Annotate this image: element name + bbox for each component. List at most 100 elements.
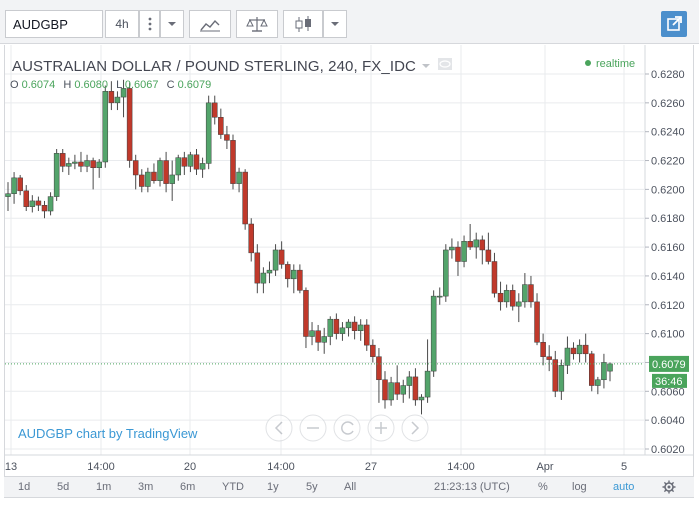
range-1y[interactable]: 1y xyxy=(267,481,279,493)
candle xyxy=(607,362,613,382)
candle-body xyxy=(254,252,261,284)
candle-body xyxy=(315,330,321,343)
auto-toggle[interactable]: auto xyxy=(613,481,634,493)
candle xyxy=(509,284,516,311)
time-axis: 13 14:00 20 14:00 27 14:00 Apr 5 xyxy=(5,461,627,473)
candle xyxy=(436,287,443,305)
candle-body xyxy=(394,382,400,395)
candle-body xyxy=(181,157,188,167)
candle-body xyxy=(546,356,552,360)
candle-body xyxy=(497,292,504,303)
candle-body xyxy=(187,154,194,167)
candle-body xyxy=(78,161,84,167)
gear-icon[interactable] xyxy=(662,480,676,494)
candle xyxy=(491,252,498,298)
tradingview-watermark[interactable]: AUDGBP chart by TradingView xyxy=(18,426,197,441)
high-label: H xyxy=(63,79,72,91)
candle xyxy=(242,169,248,230)
candle xyxy=(47,192,54,216)
candle-body xyxy=(449,246,455,251)
candle-body xyxy=(236,171,242,184)
y-tick-label: 0.6220 xyxy=(651,156,685,168)
y-tick-label: 0.6260 xyxy=(651,98,685,110)
realtime-label: realtime xyxy=(596,58,636,70)
candle xyxy=(303,287,309,349)
candle xyxy=(17,174,23,196)
utc-clock[interactable]: 21:23:13 (UTC) xyxy=(434,481,510,493)
candle-body xyxy=(266,269,273,274)
candle-body xyxy=(479,239,486,251)
candle-body xyxy=(576,344,583,355)
candle-body xyxy=(260,272,267,284)
candle xyxy=(382,371,388,409)
candle xyxy=(139,169,145,193)
candle xyxy=(187,151,194,173)
candle xyxy=(418,394,425,415)
candle-body xyxy=(345,321,352,329)
candle xyxy=(78,151,84,173)
candle xyxy=(254,244,261,294)
candle-body xyxy=(23,190,29,207)
candle-body xyxy=(53,153,60,197)
candle-body xyxy=(564,347,571,366)
candle xyxy=(528,275,534,308)
range-all[interactable]: All xyxy=(344,481,356,493)
candle xyxy=(315,324,321,351)
candle xyxy=(400,379,407,403)
candle xyxy=(157,157,163,187)
candle xyxy=(211,95,218,125)
candle xyxy=(41,200,48,219)
x-tick-label: 27 xyxy=(365,461,377,473)
candle xyxy=(260,267,267,294)
scroll-right-button xyxy=(401,414,429,442)
open-label: O xyxy=(10,79,19,91)
range-5y[interactable]: 5y xyxy=(306,481,318,493)
y-tick-label: 0.6060 xyxy=(651,386,685,398)
y-tick-label: 0.6040 xyxy=(651,415,685,427)
candle xyxy=(516,293,522,323)
eye-icon[interactable] xyxy=(437,57,453,71)
candle-body xyxy=(47,196,54,212)
candle xyxy=(297,264,303,294)
candle-body xyxy=(11,177,17,194)
percent-toggle[interactable]: % xyxy=(538,481,548,493)
candle-body xyxy=(169,174,175,184)
candle-body xyxy=(199,163,206,170)
candle-body xyxy=(333,318,340,334)
range-ytd[interactable]: YTD xyxy=(222,481,244,493)
candle xyxy=(224,125,230,149)
y-tick-label: 0.6280 xyxy=(651,69,685,81)
candle-body xyxy=(309,330,315,337)
range-3m[interactable]: 3m xyxy=(138,481,153,493)
chevron-down-icon[interactable] xyxy=(420,61,432,71)
range-5d[interactable]: 5d xyxy=(57,481,69,493)
candle xyxy=(145,167,151,193)
range-1d[interactable]: 1d xyxy=(18,481,30,493)
candle xyxy=(114,91,121,111)
candle-body xyxy=(339,327,346,334)
candle-body xyxy=(291,269,297,280)
navigation-buttons xyxy=(265,414,429,442)
candle xyxy=(503,284,510,308)
candle-body xyxy=(5,193,11,197)
low-value: 0.6067 xyxy=(124,79,159,91)
candle-body xyxy=(534,301,540,343)
candle xyxy=(284,261,291,288)
candle-body xyxy=(272,249,279,271)
candle-body xyxy=(364,324,370,346)
last-price-label: 0.6079 xyxy=(652,359,686,371)
scroll-left-button xyxy=(265,414,293,442)
log-toggle[interactable]: log xyxy=(572,481,587,493)
candle-body xyxy=(41,205,48,212)
chart-title[interactable]: AUSTRALIAN DOLLAR / POUND STERLING, 240,… xyxy=(12,57,453,75)
candle xyxy=(321,327,327,354)
range-6m[interactable]: 6m xyxy=(180,481,195,493)
y-tick-label: 0.6180 xyxy=(651,213,685,225)
candle-body xyxy=(582,344,589,355)
candle xyxy=(388,376,394,406)
candle-body xyxy=(139,174,145,187)
close-value: 0.6079 xyxy=(177,79,212,91)
candle xyxy=(424,339,431,403)
range-1m[interactable]: 1m xyxy=(96,481,111,493)
price-axis: 0.6280 0.6260 0.6240 0.6220 0.6200 0.6180 0.61… xyxy=(645,69,685,456)
